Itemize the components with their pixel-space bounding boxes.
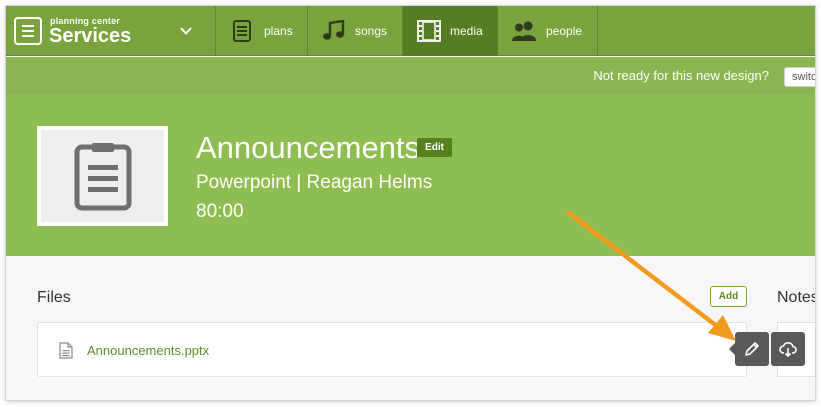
app-switcher[interactable]: planning center Services bbox=[6, 6, 216, 56]
film-icon bbox=[417, 20, 441, 42]
edit-media-button[interactable]: Edit bbox=[417, 138, 452, 157]
tab-media[interactable]: media bbox=[403, 6, 498, 56]
tab-label-people: people bbox=[546, 24, 583, 38]
design-notice-bar: Not ready for this new design? switc bbox=[6, 57, 815, 95]
tab-people[interactable]: people bbox=[498, 6, 598, 56]
file-name-link[interactable]: Announcements.pptx bbox=[87, 343, 209, 358]
services-logo-icon bbox=[14, 17, 42, 45]
document-thumbnail-icon bbox=[74, 143, 132, 211]
file-list-item[interactable]: Announcements.pptx bbox=[37, 322, 747, 377]
add-file-button[interactable]: Add bbox=[710, 286, 747, 307]
notes-heading: Notes bbox=[777, 289, 815, 306]
download-file-button[interactable] bbox=[771, 332, 805, 366]
media-title: Announcements bbox=[196, 130, 421, 165]
tab-label-media: media bbox=[450, 24, 483, 38]
cloud-download-icon bbox=[779, 342, 797, 358]
switch-design-button[interactable]: switc bbox=[784, 67, 815, 87]
tab-songs[interactable]: songs bbox=[308, 6, 403, 56]
media-duration: 80:00 bbox=[196, 201, 244, 222]
media-thumbnail bbox=[37, 126, 168, 226]
design-notice-text: Not ready for this new design? bbox=[593, 68, 769, 83]
tab-label-songs: songs bbox=[355, 24, 388, 38]
people-icon bbox=[512, 21, 536, 41]
media-subtitle: Powerpoint | Reagan Helms bbox=[196, 172, 433, 193]
chevron-down-icon[interactable] bbox=[179, 24, 193, 38]
tab-label-plans: plans bbox=[264, 24, 293, 38]
files-heading: Files bbox=[37, 289, 71, 306]
document-icon bbox=[233, 20, 251, 42]
top-navigation: planning center Services plans songs med… bbox=[6, 6, 815, 56]
edit-file-button[interactable] bbox=[729, 332, 769, 366]
brand-name: Services bbox=[49, 25, 132, 47]
app-window: planning center Services plans songs med… bbox=[6, 6, 815, 400]
file-icon bbox=[59, 342, 73, 359]
media-header: Announcements Edit Powerpoint | Reagan H… bbox=[6, 95, 815, 256]
pencil-icon bbox=[745, 342, 759, 356]
tab-plans[interactable]: plans bbox=[216, 6, 308, 56]
music-note-icon bbox=[323, 20, 345, 40]
